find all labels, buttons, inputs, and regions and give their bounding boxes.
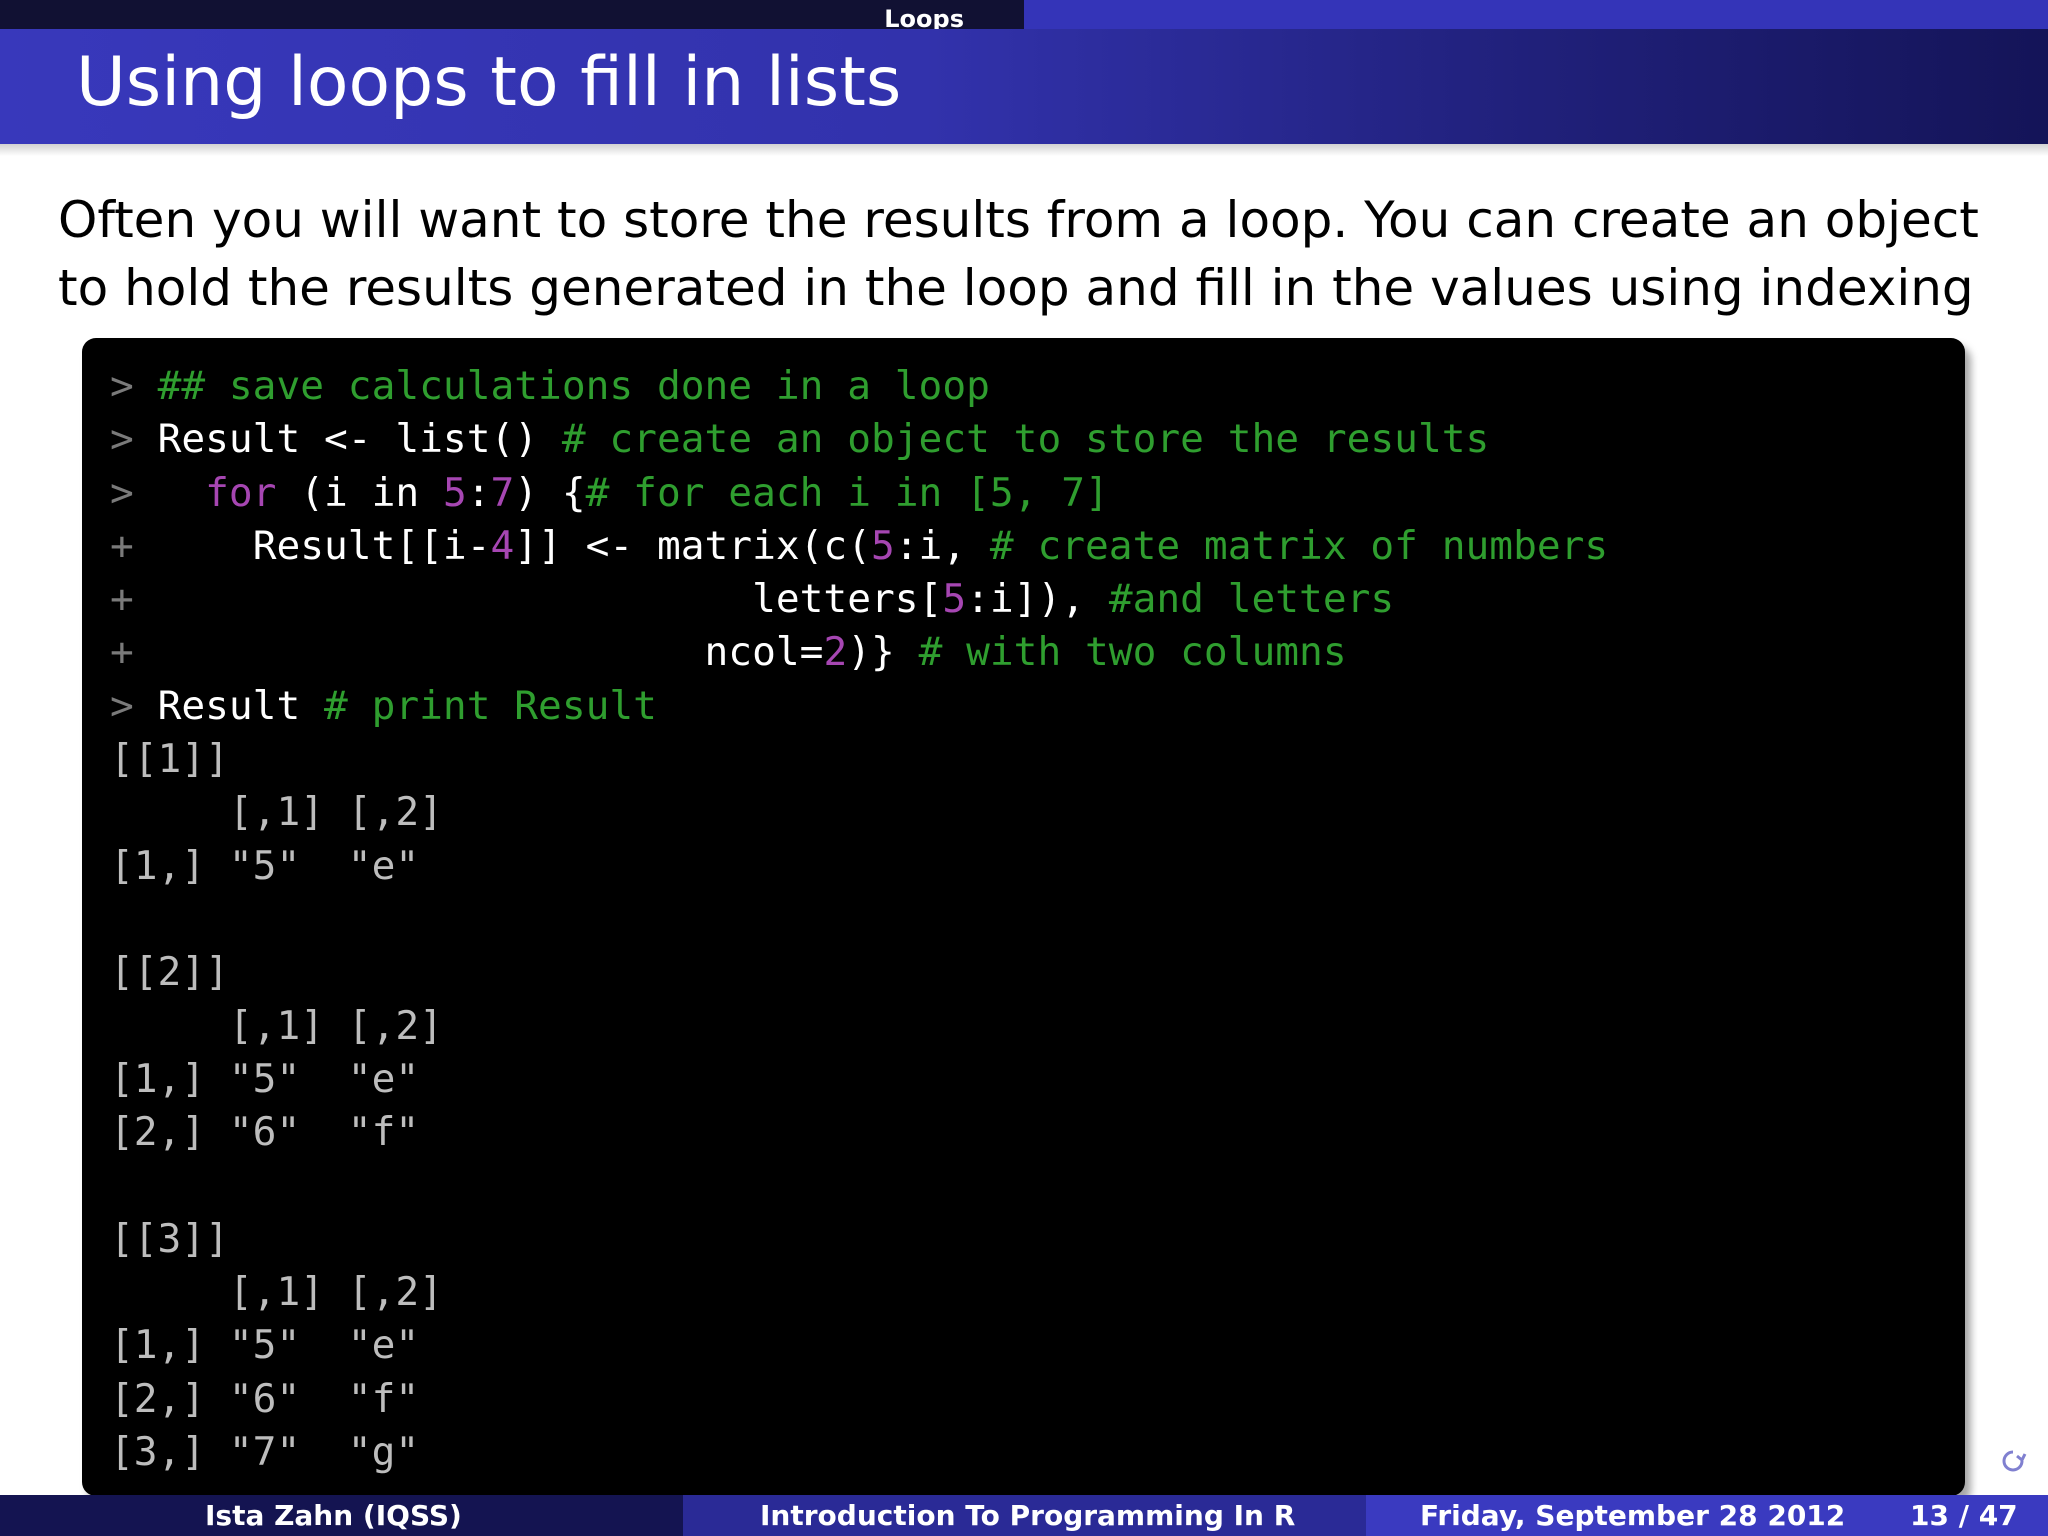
footer: Ista Zahn (IQSS) Introduction To Program… — [0, 1495, 2048, 1536]
code-line: [[2]] — [110, 946, 1608, 999]
code-token: # create matrix of numbers — [989, 522, 1609, 569]
section-nav: Loops — [0, 0, 1024, 29]
top-navigation-bar: Loops — [0, 0, 2048, 29]
code-token: 7 — [490, 469, 515, 516]
code-token: [,1] [,2] — [110, 1269, 443, 1316]
top-navigation-right — [1024, 0, 2048, 29]
code-line: [,1] [,2] — [110, 1000, 1608, 1053]
code-token: # create an object to store the results — [561, 416, 1490, 463]
code-token: :i]), — [966, 576, 1109, 623]
code-token: [[1]] — [110, 736, 229, 783]
footer-title: Introduction To Programming In R — [760, 1499, 1296, 1532]
title-bar: Using loops to fill in lists — [0, 29, 2048, 144]
intro-paragraph: Often you will want to store the results… — [58, 191, 1979, 317]
code-token: > — [110, 363, 158, 409]
code-token: : — [466, 469, 491, 516]
code-token: 5 — [871, 522, 895, 569]
code-token: [1,] "5" "e" — [110, 1322, 420, 1369]
footer-author: Ista Zahn (IQSS) — [205, 1499, 462, 1532]
code-token: [2,] "6" "f" — [110, 1109, 420, 1156]
code-token: letters[ — [752, 576, 943, 623]
code-token: # with two columns — [918, 629, 1347, 676]
code-line: [1,] "5" "e" — [110, 840, 1608, 893]
code-token: Result <- list() — [157, 416, 562, 463]
code-token: [2,] "6" "f" — [110, 1375, 420, 1422]
code-token: )} — [847, 629, 919, 676]
footer-date: Friday, September 28 2012 — [1420, 1499, 1846, 1532]
code-line: + letters[5:i]), #and letters — [110, 573, 1608, 626]
code-token: [,1] [,2] — [110, 1002, 443, 1049]
code-token: for — [205, 469, 277, 516]
code-line: [,1] [,2] — [110, 786, 1608, 839]
code-line: > for (i in 5:7) {# for each i in [5, 7] — [110, 467, 1608, 520]
slide-title: Using loops to fill in lists — [76, 43, 902, 122]
code-token: (i in — [276, 469, 443, 516]
code-token: + — [110, 522, 253, 569]
code-token: [[3]] — [110, 1215, 229, 1262]
code-token: + — [110, 576, 753, 623]
code-token: ncol= — [704, 629, 824, 676]
code-line: + ncol=2)} # with two columns — [110, 626, 1608, 679]
code-token: Result[[i- — [252, 522, 491, 569]
code-token: :i, — [894, 522, 990, 569]
code-token: # for each i in [5, 7] — [585, 469, 1109, 516]
beamer-search-icon[interactable] — [1998, 1446, 2028, 1476]
code-line: [2,] "6" "f" — [110, 1106, 1608, 1159]
code-token: ) { — [514, 469, 586, 516]
code-line: > ## save calculations done in a loop — [110, 360, 1608, 413]
code-line: [3,] "7" "g" — [110, 1426, 1608, 1479]
code-token: [1,] "5" "e" — [110, 842, 420, 889]
code-token: [1,] "5" "e" — [110, 1055, 420, 1102]
code-token: Result — [157, 682, 325, 729]
footer-page-number: 13 / 47 — [1910, 1499, 2018, 1532]
code-line: [[1]] — [110, 733, 1608, 786]
code-token: ]] <- matrix(c( — [514, 522, 871, 569]
code-token: [[2]] — [110, 949, 229, 996]
code-token: 2 — [823, 629, 848, 676]
code-token: + — [110, 629, 705, 676]
code-listing: > ## save calculations done in a loop > R… — [110, 360, 1608, 1479]
code-token: > — [110, 469, 206, 516]
code-token: 5 — [942, 576, 967, 623]
code-line: [2,] "6" "f" — [110, 1373, 1608, 1426]
section-label[interactable]: Loops — [884, 0, 964, 29]
title-shadow — [0, 144, 2048, 156]
code-token: 4 — [490, 522, 515, 569]
code-token: # print Result — [324, 682, 657, 729]
code-token: #and letters — [1108, 576, 1395, 623]
code-line: [1,] "5" "e" — [110, 1053, 1608, 1106]
code-token: > — [110, 682, 158, 729]
code-token: [,1] [,2] — [110, 789, 443, 836]
code-token: ## save calculations done in a loop — [157, 363, 990, 409]
code-line: + Result[[i-4]] <- matrix(c(5:i, # creat… — [110, 520, 1608, 573]
code-line: [1,] "5" "e" — [110, 1319, 1608, 1372]
code-line: > Result # print Result — [110, 680, 1608, 733]
code-block: > ## save calculations done in a loop > R… — [82, 338, 1965, 1496]
code-line: > Result <- list() # create an object to… — [110, 413, 1608, 466]
code-line: [,1] [,2] — [110, 1266, 1608, 1319]
code-token: 5 — [442, 469, 467, 516]
code-token: > — [110, 416, 158, 463]
code-token: [3,] "7" "g" — [110, 1428, 420, 1475]
code-line: [[3]] — [110, 1213, 1608, 1266]
